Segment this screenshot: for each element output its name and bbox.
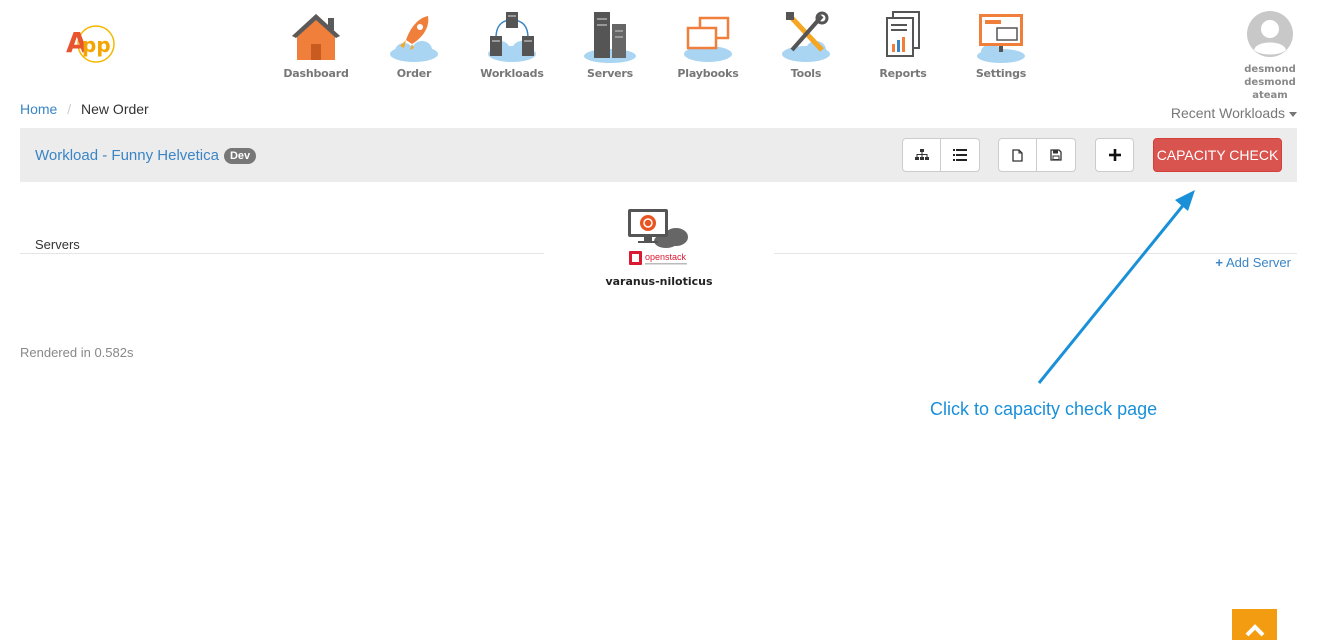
nav-workloads[interactable]: Workloads <box>470 10 554 80</box>
workload-title: Workload - Funny Helvetica <box>35 147 219 164</box>
plus-icon <box>1108 149 1121 161</box>
save-icon <box>1050 149 1062 161</box>
environment-badge: Dev <box>223 148 257 164</box>
add-server-label: Add Server <box>1225 255 1291 270</box>
divider-left <box>20 253 544 254</box>
add-server-link[interactable]: + Add Server <box>1215 255 1291 270</box>
nav-dashboard[interactable]: Dashboard <box>274 10 358 80</box>
caret-down-icon <box>1289 111 1297 117</box>
servers-heading: Servers <box>35 237 80 252</box>
nav-label: Reports <box>879 67 927 80</box>
tools-icon <box>782 11 830 62</box>
openstack-wordmark: openstack <box>645 252 687 262</box>
rocket-icon <box>390 16 438 62</box>
breadcrumb-current: New Order <box>81 101 149 117</box>
divider-right <box>774 253 1297 254</box>
svg-text:pp: pp <box>82 33 111 57</box>
user-menu[interactable]: desmond desmond ateam <box>1218 10 1317 102</box>
render-time: Rendered in 0.582s <box>20 345 134 360</box>
nav-label: Playbooks <box>677 67 739 80</box>
scroll-top-button[interactable] <box>1232 609 1277 640</box>
nav-playbooks[interactable]: Playbooks <box>666 10 750 80</box>
user-name: desmond desmond <box>1244 64 1296 88</box>
breadcrumb-separator: / <box>67 101 72 117</box>
nav-label: Settings <box>975 67 1027 80</box>
server-name: varanus-niloticus <box>605 275 713 288</box>
playbook-windows-icon <box>684 16 732 62</box>
nav-settings[interactable]: Settings <box>959 10 1043 80</box>
nav-servers[interactable]: Servers <box>568 10 652 80</box>
server-rack-icon <box>584 12 636 63</box>
settings-monitor-icon <box>977 14 1025 63</box>
network-servers-icon <box>488 12 536 62</box>
server-node[interactable]: openstack varanus-niloticus <box>603 207 715 288</box>
file-actions-group <box>998 138 1076 172</box>
chevron-up-icon <box>1245 624 1264 637</box>
avatar-icon <box>1247 11 1293 57</box>
plus-icon: + <box>1215 255 1223 270</box>
nav-label: Servers <box>586 67 633 80</box>
recent-workloads-dropdown[interactable]: Recent Workloads <box>1171 105 1297 121</box>
nav-order[interactable]: Order <box>372 10 456 80</box>
file-icon <box>1012 148 1023 162</box>
topology-view-button[interactable] <box>902 138 941 172</box>
save-button[interactable] <box>1037 138 1076 172</box>
workload-header: Workload - Funny Helvetica Dev CAPACITY … <box>20 128 1297 182</box>
add-button[interactable] <box>1095 138 1134 172</box>
app-logo[interactable]: A pp <box>64 18 116 68</box>
annotation-arrow <box>1037 190 1195 384</box>
recent-workloads-label: Recent Workloads <box>1170 105 1285 121</box>
nav-tools[interactable]: Tools <box>764 10 848 80</box>
server-openstack-icon: openstack <box>628 209 688 265</box>
report-document-icon <box>886 11 920 57</box>
nav-reports[interactable]: Reports <box>861 10 945 80</box>
capacity-check-button[interactable]: CAPACITY CHECK <box>1153 138 1282 172</box>
breadcrumb: Home / New Order <box>20 101 149 117</box>
list-icon <box>953 149 967 161</box>
sitemap-icon <box>914 149 929 160</box>
nav-label: Dashboard <box>283 67 349 80</box>
house-icon <box>292 14 340 60</box>
annotation-text: Click to capacity check page <box>930 399 1158 419</box>
breadcrumb-home-link[interactable]: Home <box>20 101 57 117</box>
nav-label: Order <box>396 67 432 80</box>
nav-label: Tools <box>790 67 822 80</box>
new-file-button[interactable] <box>998 138 1037 172</box>
list-view-button[interactable] <box>941 138 980 172</box>
nav-label: Workloads <box>480 67 544 80</box>
user-team: ateam <box>1252 90 1288 101</box>
workload-title-link[interactable]: Workload - Funny Helvetica Dev <box>35 147 257 164</box>
view-toggle-group <box>902 138 980 172</box>
app-logo-icon: A pp <box>66 25 115 63</box>
